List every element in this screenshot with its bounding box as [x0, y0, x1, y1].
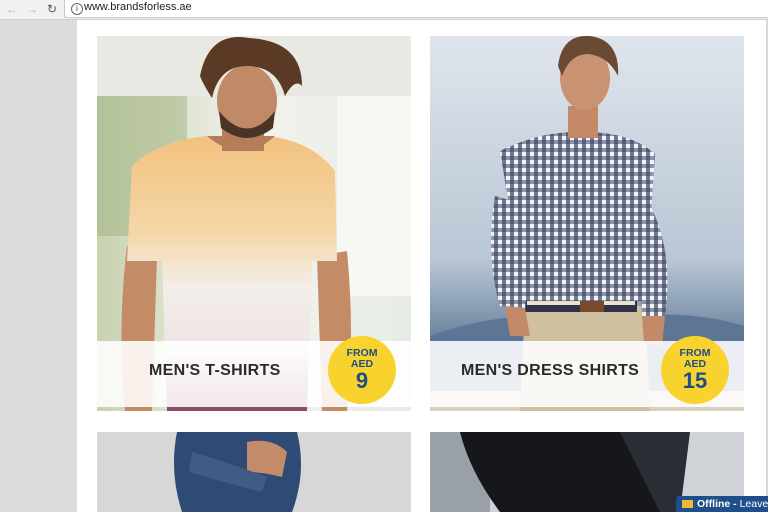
page-content: MEN'S T-SHIRTS FROM AED 9 MEN'S DRESS SH…: [77, 20, 766, 512]
category-card-denim[interactable]: [97, 432, 411, 512]
price-badge: FROM AED 9: [328, 336, 396, 404]
category-label[interactable]: MEN'S DRESS SHIRTS: [461, 362, 639, 380]
info-icon[interactable]: i: [71, 3, 83, 15]
denim-model-photo: [97, 432, 411, 512]
arrow-left-icon[interactable]: ←: [4, 1, 20, 17]
browser-toolbar: ← → ↻ i www.brandsforless.ae: [0, 0, 768, 20]
arrow-right-icon[interactable]: →: [24, 1, 40, 17]
category-label[interactable]: MEN'S T-SHIRTS: [149, 362, 281, 380]
url-text[interactable]: www.brandsforless.ae: [84, 1, 192, 13]
category-card-dress-shirts[interactable]: MEN'S DRESS SHIRTS FROM AED 15: [430, 36, 744, 411]
price-value: 15: [682, 368, 708, 393]
price-value: 9: [355, 368, 369, 393]
chat-action: Leave: [739, 498, 768, 510]
offline-chat-tab[interactable]: Offline - Leave: [676, 496, 768, 512]
address-bar[interactable]: i www.brandsforless.ae: [64, 0, 768, 18]
reload-icon[interactable]: ↻: [44, 1, 60, 17]
category-card-tshirts[interactable]: MEN'S T-SHIRTS FROM AED 9: [97, 36, 411, 411]
chat-status: Offline: [697, 498, 731, 510]
envelope-icon: [682, 500, 693, 508]
price-badge: FROM AED 15: [661, 336, 729, 404]
